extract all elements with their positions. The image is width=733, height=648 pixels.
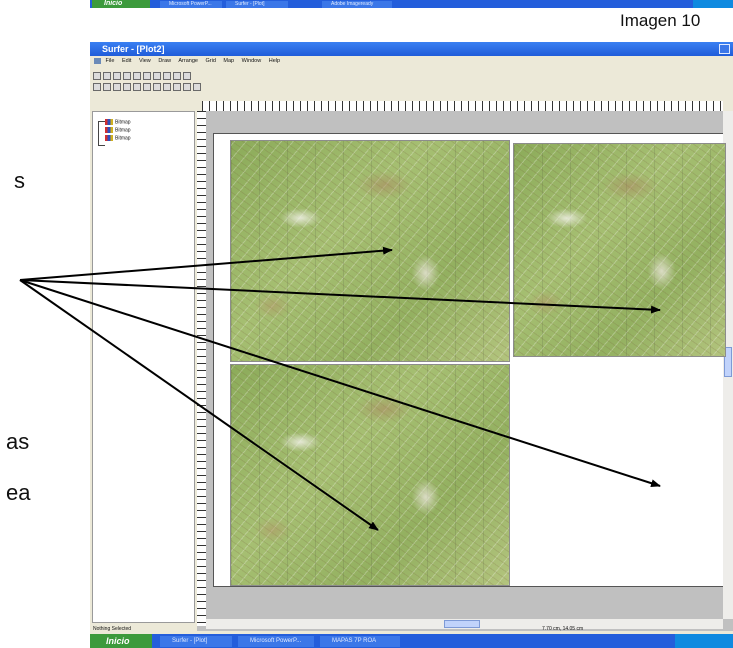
arrow-to-map-3 bbox=[19, 279, 379, 531]
taskbar-button-surfer[interactable]: Surfer - [Plot] bbox=[160, 636, 232, 647]
taskbar-button-powerpoint[interactable]: Microsoft PowerP... bbox=[238, 636, 314, 647]
taskbar-button-folder[interactable]: MAPAS 7P ROA bbox=[320, 636, 400, 647]
start-button[interactable]: Inicio bbox=[90, 634, 152, 648]
arrow-to-map-1 bbox=[19, 246, 393, 281]
arrow-to-empty-area bbox=[19, 279, 661, 488]
arrow-to-map-2 bbox=[19, 279, 661, 314]
system-tray bbox=[675, 634, 733, 648]
annotation-arrows bbox=[19, 246, 661, 531]
